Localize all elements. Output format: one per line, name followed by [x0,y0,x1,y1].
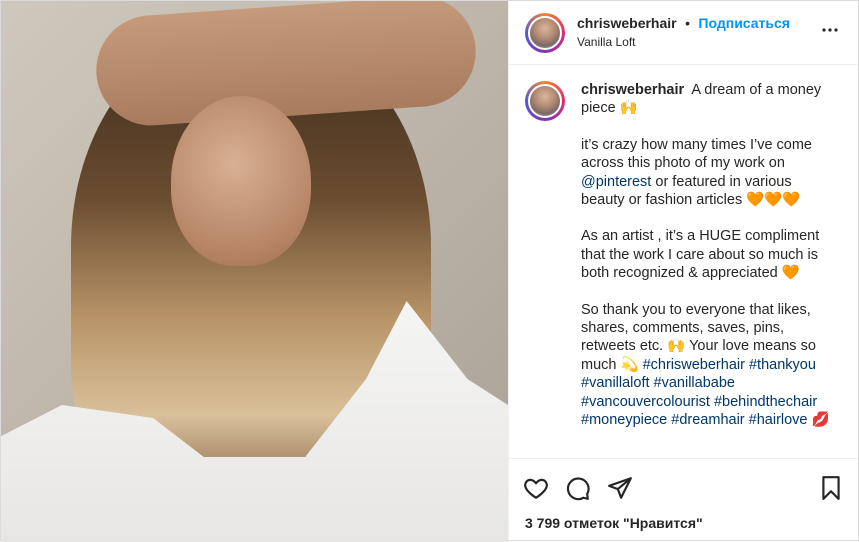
raised-hands-emoji: 🙌 [619,100,638,117]
likes-count[interactable]: 3 799 отметок "Нравится" [509,516,858,542]
bookmark-icon[interactable] [818,475,844,501]
photo-arm [92,1,480,130]
follow-button[interactable]: Подписаться [698,15,790,31]
post-header: chrisweberhair • Подписаться Vanilla Lof… [509,1,858,65]
post-photo[interactable] [1,1,508,542]
caption-p2a: it’s crazy how many times I’ve come acro… [581,136,812,172]
caption-avatar[interactable] [525,81,565,121]
more-options-icon[interactable] [818,18,842,47]
caption-avatar-image [528,84,562,118]
action-bar [509,458,858,516]
instagram-post: chrisweberhair • Подписаться Vanilla Lof… [0,0,859,542]
raised-hands-emoji-2: 🙌 [667,338,686,355]
caption-section: chrisweberhair A dream of a money piece … [509,65,858,458]
caption-username[interactable]: chrisweberhair [581,82,684,98]
hashtag-links[interactable]: #chrisweberhair #thankyou #vanillaloft #… [581,357,817,428]
heart-emoji: 🧡 [781,265,800,282]
post-sidebar: chrisweberhair • Подписаться Vanilla Lof… [508,1,858,542]
heart-icon[interactable] [523,475,549,501]
username-link[interactable]: chrisweberhair [577,15,677,31]
separator-dot: • [685,15,690,31]
header-text: chrisweberhair • Подписаться Vanilla Lof… [577,14,790,51]
share-icon[interactable] [607,475,633,501]
mention-link[interactable]: @pinterest [581,174,651,190]
hearts-emoji: 🧡🧡🧡 [746,192,801,209]
sparkle-emoji: 💫 [620,356,639,373]
lips-emoji: 💋 [811,412,830,429]
avatar-image [528,15,562,50]
caption-text: chrisweberhair A dream of a money piece … [581,81,839,458]
location-link[interactable]: Vanilla Loft [577,33,790,51]
comment-icon[interactable] [565,475,591,501]
avatar[interactable] [525,12,565,53]
photo-face [171,96,311,266]
